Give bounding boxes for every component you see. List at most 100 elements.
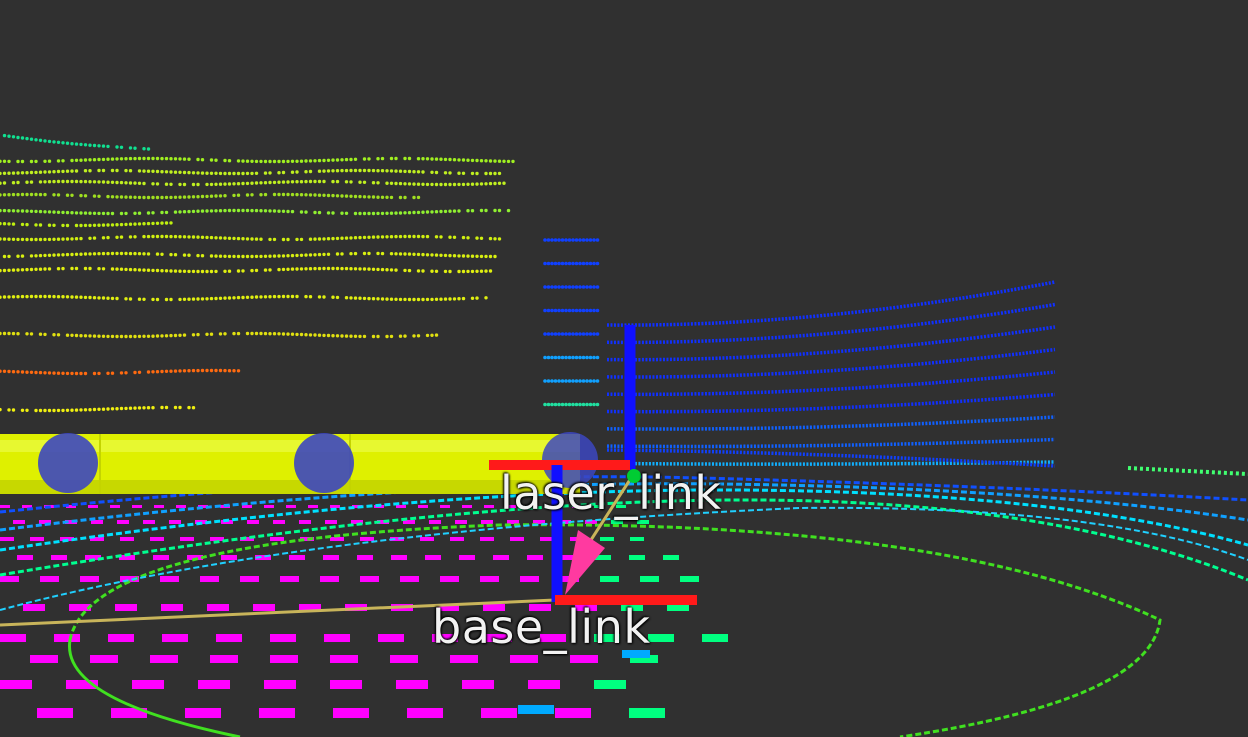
floor-grid-point (273, 520, 285, 524)
wall-point (461, 235, 466, 240)
wall-point (29, 209, 34, 213)
wall-point (585, 379, 589, 383)
wall-point (250, 237, 254, 241)
wall-point (567, 285, 572, 289)
wall-point (493, 237, 497, 241)
wall-point (254, 181, 259, 185)
wall-point (106, 407, 110, 411)
wall-point (313, 159, 317, 163)
wall-point (142, 297, 146, 301)
wall-point (65, 237, 70, 241)
wall-point (259, 237, 263, 241)
wall-point (151, 195, 155, 200)
wall-point (79, 193, 83, 198)
wall-point (304, 193, 308, 197)
wall-point (25, 332, 29, 336)
wall-point (322, 252, 326, 257)
wall-point (340, 252, 344, 256)
wall-point (151, 182, 155, 186)
floor-grid-point (570, 655, 598, 663)
wall-point (470, 171, 475, 176)
wall-point (475, 236, 479, 240)
wall-point (479, 269, 484, 273)
floor-grid-point (0, 634, 26, 642)
wall-point (97, 252, 101, 256)
wall-point (308, 159, 313, 163)
wall-point (223, 182, 227, 186)
wall-point (308, 179, 313, 184)
floor-grid-point (308, 505, 318, 508)
wall-point (155, 182, 160, 186)
wall-point (546, 285, 551, 289)
wall-point (546, 332, 551, 336)
wall-point (115, 195, 119, 199)
wall-point (457, 171, 461, 175)
floor-grid-point (162, 634, 188, 642)
wall-point (317, 193, 322, 197)
wall-point (353, 236, 358, 240)
wall-point (38, 192, 43, 197)
wall-point (137, 211, 142, 215)
wall-point (164, 195, 169, 200)
wall-point (70, 333, 74, 337)
wall-point (461, 171, 466, 175)
wall-point (425, 333, 430, 338)
wall-point (2, 237, 7, 241)
wall-point (47, 267, 52, 271)
wall-point (2, 193, 7, 197)
floor-grid-point (330, 655, 358, 663)
wall-point (331, 236, 335, 241)
floor-grid-point (493, 555, 509, 560)
wall-point (209, 209, 214, 213)
wall-point (281, 254, 286, 258)
wall-point (353, 251, 358, 256)
floor-grid-point (378, 634, 404, 642)
wall-point (137, 297, 142, 301)
wall-point (47, 180, 52, 184)
wall-point (56, 267, 61, 271)
wall-point (119, 180, 124, 185)
wall-point (331, 211, 335, 215)
wall-point (344, 334, 349, 338)
wall-point (92, 371, 97, 376)
floor-grid-point (357, 555, 373, 560)
wall-point (92, 252, 97, 256)
wall-point (205, 332, 209, 336)
wall-point (250, 193, 254, 197)
wall-point (362, 251, 367, 256)
wall-point (595, 355, 600, 360)
wall-point (52, 294, 56, 299)
wall-point (475, 182, 479, 186)
robot-sphere (294, 433, 354, 493)
wall-point (232, 171, 236, 176)
wall-point (588, 379, 593, 383)
wall-point (479, 254, 484, 259)
wall-point (88, 169, 92, 173)
wall-point (416, 170, 421, 174)
wall-point (299, 332, 304, 337)
wall-point (137, 222, 142, 226)
wall-point (574, 308, 579, 313)
floor-grid-point (418, 505, 428, 508)
wall-point (178, 182, 182, 187)
wall-point (164, 369, 169, 373)
wall-point (581, 285, 586, 289)
wall-point (169, 170, 173, 174)
wall-point (376, 211, 380, 216)
wall-point (344, 180, 349, 184)
wall-point (245, 171, 250, 176)
wall-point (335, 194, 340, 198)
wall-point (543, 285, 547, 289)
wall-point (119, 235, 124, 239)
wall-point (205, 194, 209, 199)
wall-point (200, 209, 205, 213)
wall-point (61, 179, 65, 184)
wall-point (56, 210, 61, 214)
wall-point (254, 331, 259, 336)
wall-point (29, 370, 34, 374)
floor-grid-point (396, 680, 428, 689)
wall-point (241, 295, 245, 300)
wall-point (326, 169, 331, 173)
wall-point (588, 308, 593, 313)
wall-point (133, 235, 137, 239)
